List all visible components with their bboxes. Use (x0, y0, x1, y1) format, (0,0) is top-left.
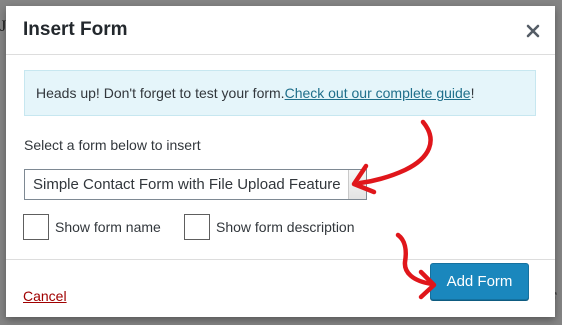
test-form-notice: Heads up! Don't forget to test your form… (24, 70, 536, 116)
selected-form-value: Simple Contact Form with File Upload Fea… (33, 176, 341, 193)
show-form-description-checkbox[interactable] (184, 214, 210, 240)
dialog-title: Insert Form (23, 19, 128, 40)
add-form-button[interactable]: Add Form (430, 263, 529, 300)
notice-text: Heads up! Don't forget to test your form… (36, 85, 285, 101)
complete-guide-link[interactable]: Check out our complete guide (285, 85, 471, 101)
dialog-header: Insert Form (6, 6, 555, 55)
show-form-description-label: Show form description (216, 219, 355, 235)
form-select-label: Select a form below to insert (24, 137, 201, 153)
show-form-description-option[interactable]: Show form description (184, 214, 355, 240)
show-form-name-option[interactable]: Show form name (23, 214, 161, 240)
notice-suffix: ! (470, 85, 475, 101)
close-icon (526, 24, 540, 38)
show-form-name-label: Show form name (55, 219, 161, 235)
close-button[interactable] (518, 16, 548, 46)
chevron-down-icon (353, 181, 362, 188)
show-form-name-checkbox[interactable] (23, 214, 49, 240)
form-select-dropdown[interactable]: Simple Contact Form with File Upload Fea… (24, 169, 367, 200)
dropdown-toggle[interactable] (348, 170, 366, 199)
cancel-link[interactable]: Cancel (23, 288, 67, 304)
